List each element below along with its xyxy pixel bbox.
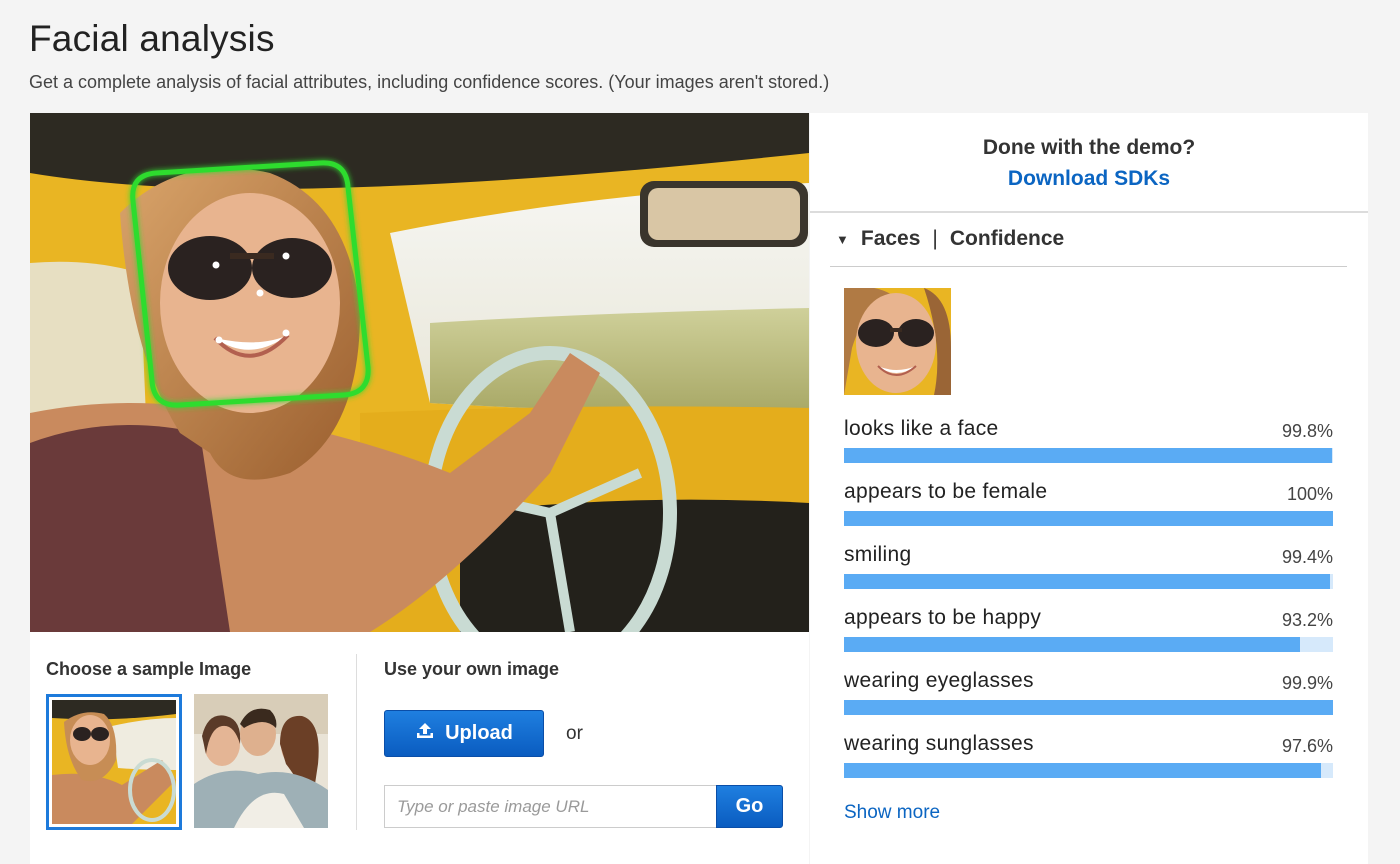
attribute-confidence: 97.6% — [1281, 736, 1333, 756]
confidence-bar-track — [844, 448, 1333, 463]
attribute-confidence: 99.9% — [1281, 673, 1333, 693]
attribute-label: smiling — [844, 543, 912, 566]
attribute-row: appears to be female 100% — [844, 480, 1333, 526]
results-panel: Done with the demo? Download SDKs ▼ Face… — [810, 113, 1368, 864]
analyzed-image — [30, 113, 809, 632]
sample-thumbnail-family[interactable] — [194, 694, 328, 828]
page-title: Facial analysis — [29, 18, 275, 59]
confidence-bar-track — [844, 511, 1333, 526]
triangle-down-icon: ▼ — [836, 231, 849, 247]
sample-heading: Choose a sample Image — [46, 659, 252, 679]
attribute-confidence: 93.2% — [1281, 610, 1333, 630]
image-source-panel: Choose a sample Image Use your own image… — [30, 632, 809, 864]
attribute-row: looks like a face 99.8% — [844, 417, 1333, 463]
faces-header-rule — [830, 266, 1347, 267]
confidence-bar-fill — [844, 700, 1333, 715]
sample-thumbnail-car[interactable] — [46, 694, 182, 830]
attribute-label: looks like a face — [844, 417, 999, 440]
go-button[interactable]: Go — [716, 785, 783, 828]
confidence-label: Confidence — [949, 227, 1065, 250]
confidence-bar-track — [844, 574, 1333, 589]
confidence-bar-track — [844, 700, 1333, 715]
attribute-label: appears to be happy — [844, 606, 1042, 629]
attribute-label: wearing sunglasses — [844, 732, 1034, 755]
attribute-row: wearing eyeglasses 99.9% — [844, 669, 1333, 715]
upload-label: Upload — [445, 722, 513, 744]
confidence-bar-fill — [844, 637, 1300, 652]
download-sdks-link[interactable]: Download SDKs — [810, 167, 1368, 191]
page-subtitle: Get a complete analysis of facial attrib… — [29, 72, 830, 92]
show-more-link[interactable]: Show more — [844, 802, 940, 824]
confidence-bar-track — [844, 637, 1333, 652]
upload-icon — [415, 721, 435, 747]
or-text: or — [566, 723, 583, 744]
demo-question: Done with the demo? — [982, 136, 1196, 159]
attribute-confidence: 99.4% — [1281, 547, 1333, 567]
upload-button[interactable]: Upload — [384, 710, 544, 757]
image-url-input[interactable] — [384, 785, 716, 828]
confidence-bar-fill — [844, 448, 1333, 463]
attribute-row: appears to be happy 93.2% — [844, 606, 1333, 652]
confidence-bar-fill — [844, 574, 1331, 589]
confidence-bar-fill — [844, 511, 1333, 526]
section-divider — [356, 654, 357, 830]
attribute-confidence: 100% — [1286, 484, 1333, 504]
confidence-bar-track — [844, 763, 1333, 778]
attribute-row: wearing sunglasses 97.6% — [844, 732, 1333, 778]
panel-divider — [810, 211, 1368, 213]
faces-label: Faces — [860, 227, 921, 250]
detected-face-thumbnail[interactable] — [844, 288, 951, 395]
attribute-label: appears to be female — [844, 480, 1048, 503]
attribute-label: wearing eyeglasses — [844, 669, 1034, 692]
header-separator: | — [932, 227, 938, 250]
attribute-row: smiling 99.4% — [844, 543, 1333, 589]
own-image-heading: Use your own image — [384, 659, 560, 679]
faces-confidence-toggle[interactable]: ▼ Faces | Confidence — [836, 227, 1064, 251]
confidence-bar-fill — [844, 763, 1322, 778]
attribute-confidence: 99.8% — [1281, 421, 1333, 441]
